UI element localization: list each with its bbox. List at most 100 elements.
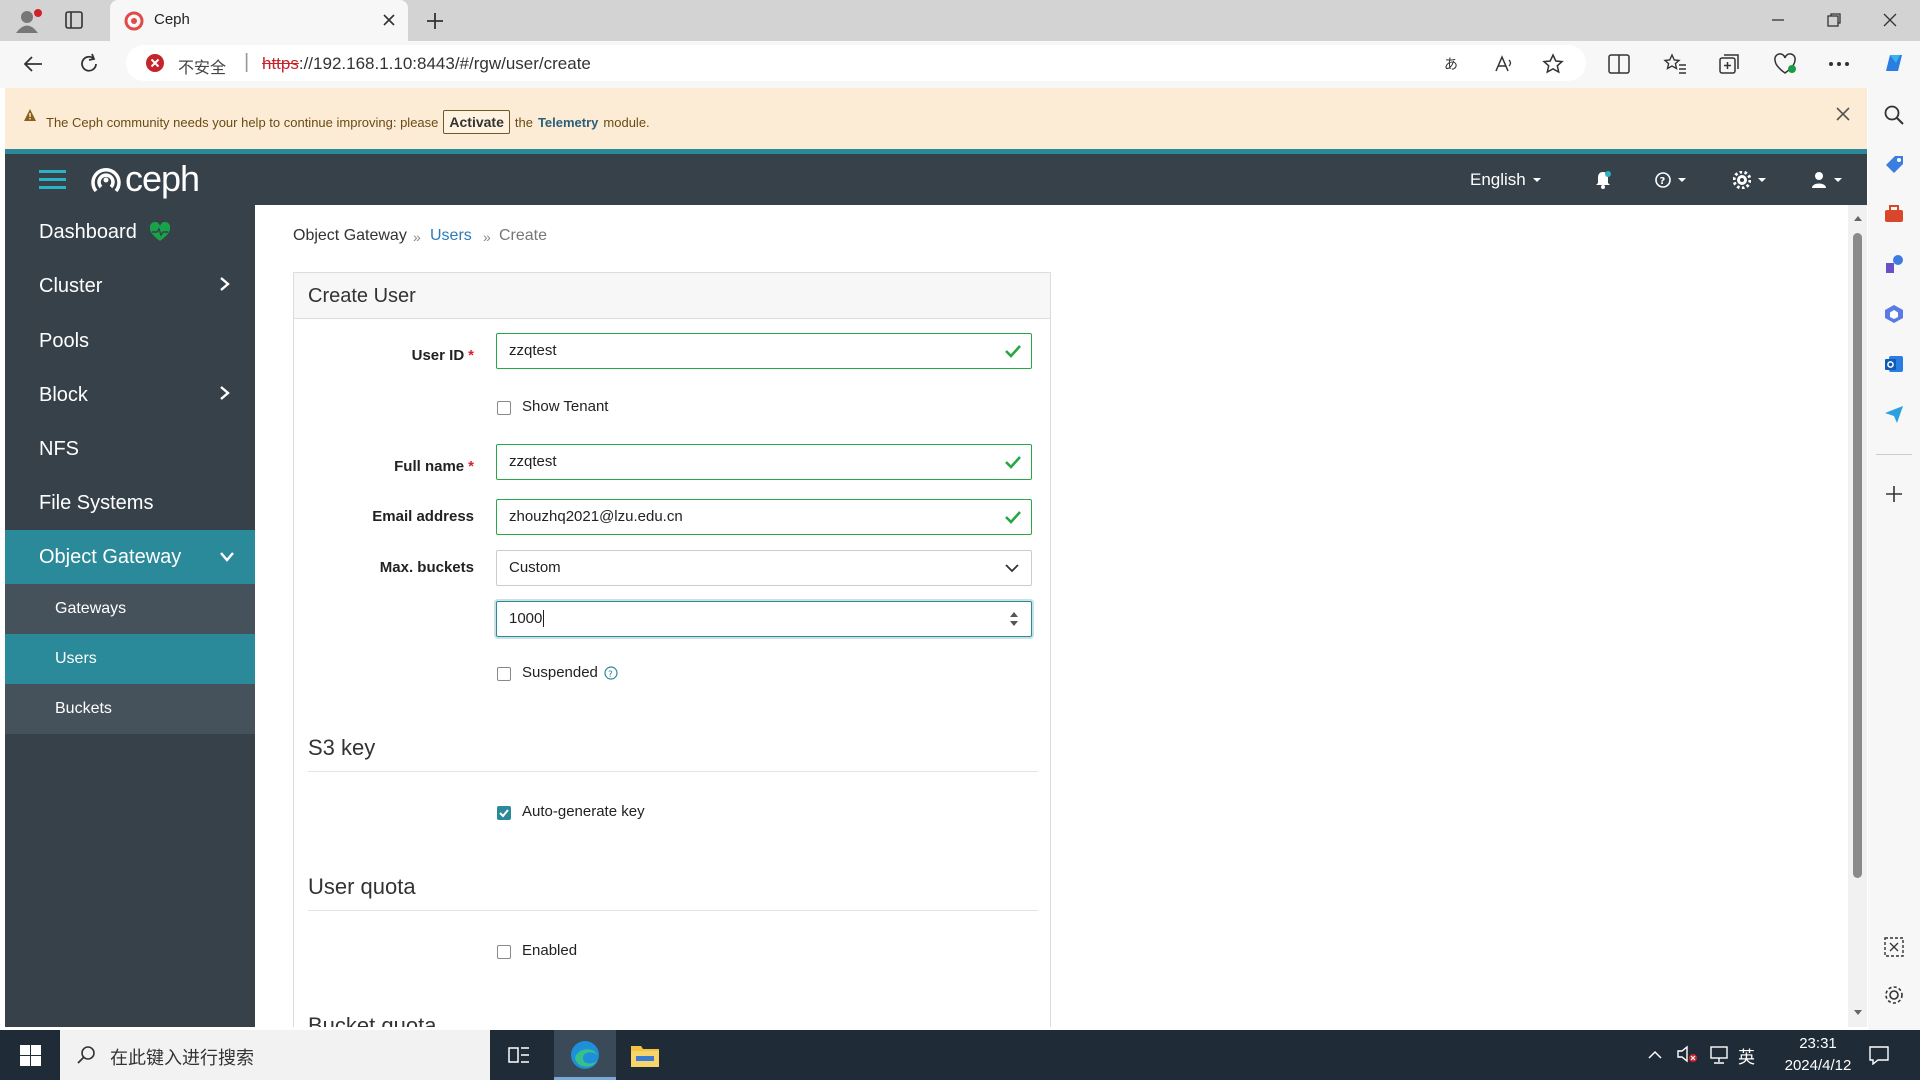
restore-icon[interactable] (1826, 12, 1842, 28)
send-icon[interactable] (1883, 403, 1905, 425)
s3-key-section-title: S3 key (308, 735, 1038, 772)
favorite-star-icon[interactable] (1542, 53, 1564, 75)
sidebar-subitem-users[interactable]: Users (5, 634, 255, 684)
security-label: 不安全 (178, 60, 227, 77)
back-icon[interactable] (22, 53, 44, 75)
minimize-icon[interactable] (1770, 12, 1786, 28)
max-buckets-number-input[interactable]: 1000 (496, 601, 1032, 637)
copilot-icon[interactable] (1880, 49, 1908, 77)
games-icon[interactable] (1883, 253, 1905, 275)
tab-ceph[interactable]: Ceph (110, 0, 408, 41)
split-screen-icon[interactable] (1608, 54, 1630, 74)
tray-overflow-icon[interactable] (1648, 1050, 1662, 1059)
email-input[interactable]: zhouzhq2021@lzu.edu.cn (496, 499, 1032, 535)
main-content: Object Gateway » Users » Create Create U… (255, 205, 1867, 1027)
sidebar-item-pools[interactable]: Pools (5, 314, 255, 368)
network-icon[interactable] (1708, 1045, 1730, 1065)
user-quota-enabled-label[interactable]: Enabled (522, 942, 577, 959)
sidebar-item-block[interactable]: Block (5, 368, 255, 422)
add-panel-icon[interactable] (1884, 484, 1904, 504)
page-scrollbar[interactable] (1848, 205, 1867, 1027)
ceph-navbar: ceph English ? (5, 149, 1867, 205)
breadcrumb-object-gateway[interactable]: Object Gateway (293, 227, 407, 245)
auto-generate-key-label[interactable]: Auto-generate key (522, 803, 645, 820)
shopping-tag-icon[interactable] (1883, 153, 1905, 175)
sidebar-item-dashboard[interactable]: Dashboard (5, 205, 255, 259)
activate-button[interactable]: Activate (443, 110, 510, 134)
read-aloud-icon[interactable] (1494, 54, 1514, 74)
translate-icon[interactable]: あ (1444, 54, 1464, 74)
favorites-icon[interactable] (1663, 53, 1687, 75)
settings-gear-icon[interactable] (1883, 984, 1905, 1006)
language-dropdown[interactable]: English (1470, 170, 1542, 190)
auto-generate-key-checkbox[interactable] (497, 806, 511, 820)
help-dropdown[interactable]: ? (1655, 172, 1687, 188)
hamburger-menu-icon[interactable] (39, 168, 67, 192)
max-buckets-mode: Custom (509, 559, 561, 576)
sidebar-subitem-buckets[interactable]: Buckets (5, 684, 255, 734)
new-tab-icon[interactable] (424, 10, 446, 32)
telemetry-link[interactable]: Telemetry (538, 115, 598, 130)
number-spinner-icon[interactable] (1009, 611, 1019, 627)
suspended-label[interactable]: Suspended (522, 664, 598, 681)
url-rest: ://192.168.1.10:8443/#/rgw/user/create (298, 54, 591, 73)
tools-icon[interactable] (1883, 203, 1905, 225)
notification-center-icon[interactable] (1868, 1045, 1890, 1065)
clock-time[interactable]: 23:31 (1788, 1035, 1848, 1052)
windows-taskbar: 在此键入进行搜索 英 23:31 2024/4/12 (0, 1030, 1920, 1080)
browser-essentials-icon[interactable] (1773, 53, 1797, 75)
collections-icon[interactable] (1718, 53, 1740, 75)
volume-muted-icon[interactable] (1676, 1044, 1698, 1064)
task-view-icon[interactable] (508, 1045, 530, 1065)
search-icon[interactable] (1883, 104, 1905, 126)
more-menu-icon[interactable] (1828, 61, 1850, 67)
scrollbar-thumb[interactable] (1853, 233, 1862, 878)
breadcrumb-users[interactable]: Users (430, 227, 472, 245)
user-icon (1812, 172, 1826, 188)
address-bar[interactable]: 不安全 | https://192.168.1.10:8443/#/rgw/us… (126, 45, 1586, 81)
windows-start-icon[interactable] (20, 1045, 41, 1066)
taskbar-search-box[interactable]: 在此键入进行搜索 (60, 1030, 490, 1080)
scroll-up-icon[interactable] (1853, 215, 1863, 221)
help-circle-icon[interactable]: ? (604, 666, 618, 680)
user-id-label: User ID * (314, 347, 474, 364)
help-icon: ? (1655, 172, 1671, 188)
file-explorer-icon[interactable] (630, 1042, 660, 1068)
sidebar-subitem-gateways[interactable]: Gateways (5, 584, 255, 634)
sidebar-item-file-systems[interactable]: File Systems (5, 476, 255, 530)
show-tenant-label[interactable]: Show Tenant (522, 398, 608, 415)
refresh-icon[interactable] (78, 53, 100, 75)
suspended-checkbox[interactable] (497, 667, 511, 681)
sidebar-item-label: Block (39, 383, 88, 406)
sidebar-item-cluster[interactable]: Cluster (5, 259, 255, 313)
max-buckets-select[interactable]: Custom (496, 550, 1032, 586)
user-dropdown[interactable] (1811, 171, 1843, 189)
profile-icon[interactable] (14, 8, 42, 34)
user-quota-enabled-checkbox[interactable] (497, 945, 511, 959)
settings-dropdown[interactable] (1733, 171, 1767, 189)
sidebar-item-object-gateway[interactable]: Object Gateway (5, 530, 255, 584)
close-tab-icon[interactable] (382, 13, 396, 27)
ime-indicator[interactable]: 英 (1738, 1043, 1755, 1068)
user-id-label-text: User ID (411, 347, 465, 364)
sidebar-item-label: Cluster (39, 274, 103, 297)
taskbar-edge-app[interactable] (554, 1030, 616, 1080)
sidebar-item-nfs[interactable]: NFS (5, 422, 255, 476)
tab-actions-icon[interactable] (64, 10, 84, 30)
browser-toolbar: 不安全 | https://192.168.1.10:8443/#/rgw/us… (0, 41, 1920, 88)
screenshot-icon[interactable] (1883, 936, 1905, 958)
address-divider: | (244, 51, 250, 73)
panel-divider (1876, 454, 1912, 455)
close-notice-icon[interactable] (1835, 106, 1851, 122)
url-text[interactable]: https://192.168.1.10:8443/#/rgw/user/cre… (262, 54, 591, 74)
clock-date[interactable]: 2024/4/12 (1764, 1057, 1872, 1074)
sidebar-item-label: File Systems (39, 491, 154, 514)
scroll-down-icon[interactable] (1853, 1010, 1863, 1016)
close-window-icon[interactable] (1882, 12, 1898, 28)
user-id-input[interactable]: zzqtest (496, 333, 1032, 369)
outlook-icon[interactable] (1883, 353, 1905, 375)
full-name-input[interactable]: zzqtest (496, 444, 1032, 480)
notifications-bell-icon[interactable] (1593, 170, 1613, 190)
show-tenant-checkbox[interactable] (497, 401, 511, 415)
microsoft365-icon[interactable] (1883, 303, 1905, 325)
